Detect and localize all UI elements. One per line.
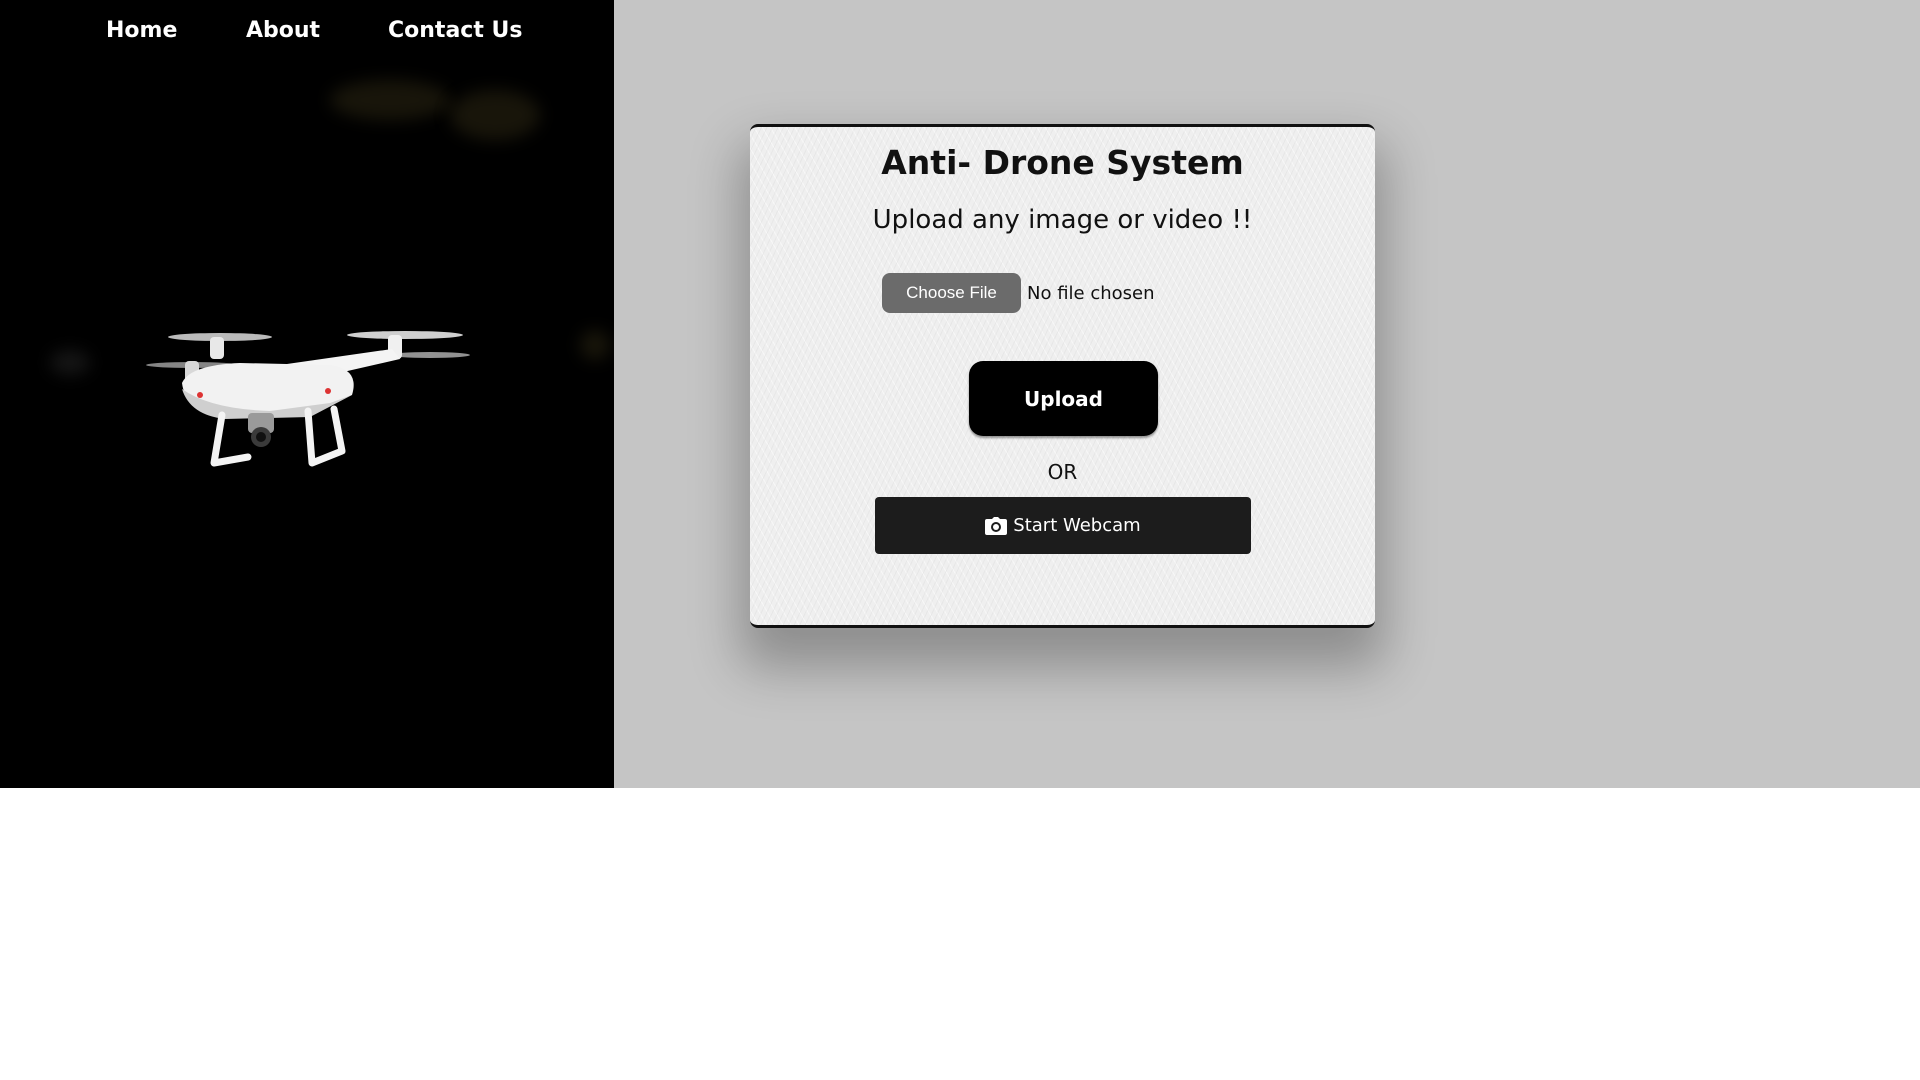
- card-subtitle: Upload any image or video !!: [872, 205, 1253, 235]
- hero-panel: Home About Contact Us: [0, 0, 614, 788]
- start-webcam-button[interactable]: Start Webcam: [875, 497, 1251, 554]
- background-bokeh: [50, 350, 90, 375]
- or-divider-text: OR: [1047, 460, 1078, 484]
- background-bokeh: [330, 80, 450, 120]
- upload-button[interactable]: Upload: [969, 361, 1158, 436]
- file-input[interactable]: Choose File No file chosen: [882, 273, 1155, 313]
- background-bokeh: [580, 330, 610, 360]
- page: Home About Contact Us Anti- Drone System…: [0, 0, 1920, 1080]
- start-webcam-label: Start Webcam: [1013, 515, 1141, 536]
- camera-icon: [985, 516, 1008, 535]
- drone-icon: [130, 325, 475, 475]
- top-nav: Home About Contact Us: [0, 0, 614, 64]
- nav-about-link[interactable]: About: [246, 18, 320, 43]
- background-bokeh: [450, 90, 540, 140]
- choose-file-button[interactable]: Choose File: [882, 273, 1021, 313]
- nav-home-link[interactable]: Home: [106, 18, 177, 43]
- file-status-text: No file chosen: [1027, 282, 1155, 304]
- card-title: Anti- Drone System: [881, 143, 1244, 182]
- nav-contact-us-link[interactable]: Contact Us: [388, 18, 522, 43]
- upload-card: Anti- Drone System Upload any image or v…: [750, 124, 1375, 628]
